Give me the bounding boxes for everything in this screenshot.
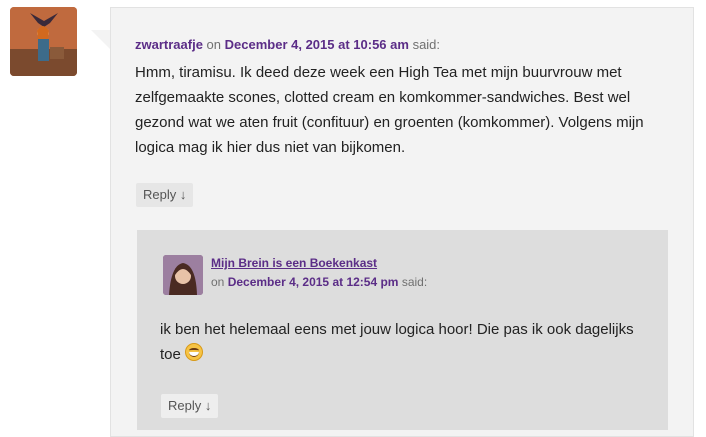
reply-said-text: said: bbox=[401, 275, 428, 289]
reply-on-text: on bbox=[211, 275, 225, 289]
reply-meta: on December 4, 2015 at 12:54 pm said: bbox=[211, 275, 427, 289]
reply-body-text: ik ben het helemaal eens met jouw logica… bbox=[160, 321, 634, 363]
comment-on-text: on bbox=[206, 37, 222, 52]
reply-button[interactable]: Reply ↓ bbox=[136, 183, 194, 207]
avatar bbox=[10, 7, 77, 76]
comment-author[interactable]: zwartraafje bbox=[135, 37, 203, 52]
reply-date-link[interactable]: December 4, 2015 at 12:54 pm bbox=[228, 275, 399, 289]
comment-pointer bbox=[91, 30, 111, 50]
comment-body: Hmm, tiramisu. Ik deed deze week een Hig… bbox=[135, 64, 644, 156]
nested-reply-button[interactable]: Reply ↓ bbox=[161, 394, 219, 418]
reply-body: ik ben het helemaal eens met jouw logica… bbox=[160, 317, 650, 367]
comment-date-link[interactable]: December 4, 2015 at 10:56 am bbox=[225, 37, 409, 52]
reply-author[interactable]: Mijn Brein is een Boekenkast bbox=[211, 256, 377, 270]
comment-meta: zwartraafje on December 4, 2015 at 10:56… bbox=[135, 37, 440, 52]
grinning-face-icon bbox=[185, 343, 204, 361]
comment-said-text: said: bbox=[412, 37, 441, 52]
reply-avatar bbox=[163, 255, 203, 295]
